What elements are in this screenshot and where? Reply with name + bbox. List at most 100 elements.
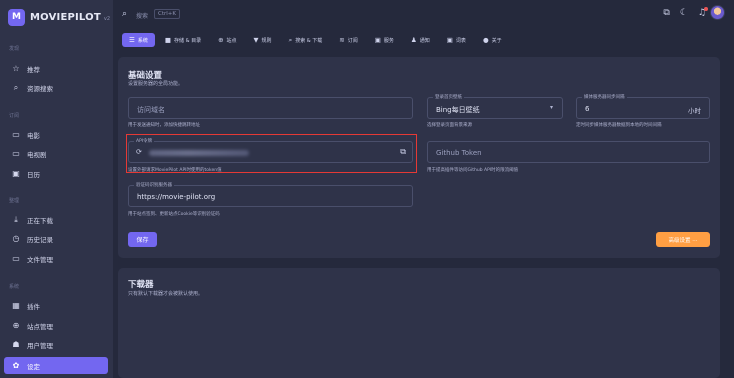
sidebar-item-resource-search[interactable]: ⌕ 资源搜索 <box>4 79 108 96</box>
services-icon: ▣ <box>374 36 381 44</box>
tab-label: 系统 <box>137 37 148 44</box>
globe-icon: ⊕ <box>218 36 224 44</box>
tab-label: 搜索 & 下载 <box>295 37 323 44</box>
tab-about[interactable]: ● 关于 <box>476 33 509 47</box>
tab-label: 存储 & 目录 <box>174 37 202 44</box>
section-label-organize: 整理 <box>9 198 20 204</box>
tab-notify[interactable]: ♟ 通知 <box>404 33 437 47</box>
moviepilot-logo-icon: M <box>8 8 25 26</box>
wallpaper-label: 登录首页壁纸 <box>433 94 464 100</box>
search-icon[interactable]: ⌕ <box>122 9 127 19</box>
info-icon: ● <box>482 36 489 44</box>
download-icon: ⤓ <box>14 214 18 224</box>
sidebar-item-label: 历史记录 <box>27 235 53 244</box>
sidebar-item-label: 设定 <box>27 362 40 371</box>
sidebar-item-label: 站点管理 <box>27 322 53 331</box>
window-icon[interactable]: ⧉ <box>663 8 669 18</box>
tab-label: 关于 <box>491 37 502 44</box>
sidebar-item-label: 日历 <box>27 170 40 179</box>
history-icon: ◷ <box>12 234 20 243</box>
tab-storage[interactable]: ■ 存储 & 目录 <box>158 33 208 47</box>
sidebar-item-downloading[interactable]: ⤓ 正在下载 <box>4 211 108 228</box>
tab-label: 规则 <box>261 37 272 44</box>
sync-interval-unit: 小时 <box>688 107 701 115</box>
sidebar-item-users[interactable]: ☗ 用户管理 <box>4 336 108 353</box>
tv-icon: ▭ <box>12 149 20 158</box>
star-icon: ☆ <box>12 64 20 73</box>
theme-moon-icon[interactable]: ☾ <box>680 8 688 18</box>
wallpaper-value: Bing每日壁纸 <box>436 106 480 114</box>
sidebar-item-label: 文件管理 <box>27 255 53 264</box>
search-shortcut-badge: Ctrl+K <box>154 9 181 19</box>
avatar[interactable] <box>710 5 725 20</box>
calendar-icon: ▣ <box>12 169 20 178</box>
list-icon: ☰ <box>129 36 135 44</box>
sidebar-item-label: 插件 <box>27 302 40 311</box>
sidebar-item-calendar[interactable]: ▣ 日历 <box>4 165 108 182</box>
tab-label: 服务 <box>383 37 394 44</box>
sidebar-item-movies[interactable]: ▭ 电影 <box>4 126 108 143</box>
globe-icon: ⊕ <box>12 321 20 330</box>
sidebar-item-label: 推荐 <box>27 65 40 74</box>
bell-icon[interactable]: ♫ <box>698 7 708 18</box>
sync-interval-field[interactable]: 媒体服务器同步间隔 6 小时 <box>576 94 710 119</box>
advanced-settings-button[interactable]: 高级设置 ··· <box>656 232 710 247</box>
tab-system[interactable]: ☰ 系统 <box>122 33 155 47</box>
tab-label: 站点 <box>226 37 237 44</box>
sidebar-item-tv[interactable]: ▭ 电视剧 <box>4 145 108 162</box>
access-domain-field[interactable]: 访问域名 <box>128 97 413 119</box>
github-token-placeholder: Github Token <box>436 149 482 157</box>
tab-label: 通知 <box>419 37 430 44</box>
tab-words[interactable]: ▣ 词表 <box>440 33 473 47</box>
brand[interactable]: M MOVIEPILOT v2 <box>8 7 110 27</box>
tab-sites[interactable]: ⊕ 站点 <box>211 33 243 47</box>
captcha-server-hint: 用于站点签到、更新站点Cookie等识别验证码 <box>128 212 220 217</box>
github-token-field[interactable]: Github Token <box>427 141 710 163</box>
plugin-icon: ▦ <box>12 301 20 310</box>
wallpaper-hint: 选择登录页面背景来源 <box>427 123 472 128</box>
captcha-server-value: https://movie-pilot.org <box>137 193 216 201</box>
tab-subscribe[interactable]: ≋ 订阅 <box>332 33 364 47</box>
sidebar-item-settings[interactable]: ✿ 设定 <box>4 357 108 374</box>
brand-name: MOVIEPILOT <box>30 11 101 23</box>
tab-rules[interactable]: ▼ 规则 <box>247 33 279 47</box>
sidebar-item-label: 资源搜索 <box>27 84 53 93</box>
sidebar-item-plugins[interactable]: ▦ 插件 <box>4 297 108 314</box>
rss-icon: ≋ <box>339 36 345 44</box>
folder-icon: ▭ <box>12 254 20 263</box>
users-icon: ☗ <box>12 340 20 349</box>
card-subtitle: 只有默认下载器才会被默认使用。 <box>128 291 204 297</box>
topbar-actions: ⧉ ☾ ♫ <box>663 7 708 18</box>
sidebar-item-recommend[interactable]: ☆ 推荐 <box>4 60 108 77</box>
wallpaper-select[interactable]: 登录首页壁纸 Bing每日壁纸 ▾ <box>427 94 563 119</box>
captcha-server-label: 验证码识别服务器 <box>134 182 174 188</box>
sidebar: M MOVIEPILOT v2 发现 ☆ 推荐 ⌕ 资源搜索 订阅 ▭ 电影 ▭… <box>0 0 113 378</box>
tab-label: 订阅 <box>347 37 358 44</box>
search-icon: ⌕ <box>288 35 293 44</box>
section-label-discover: 发现 <box>9 46 20 52</box>
downloader-card: 下载器 只有默认下载器才会被默认使用。 <box>118 268 720 378</box>
sidebar-item-sites[interactable]: ⊕ 站点管理 <box>4 317 108 334</box>
notification-dot <box>704 7 708 11</box>
access-domain-hint: 用于发送通知时，添加快捷跳转地址 <box>128 123 200 128</box>
tab-search-download[interactable]: ⌕ 搜索 & 下载 <box>282 33 330 47</box>
api-token-highlight-box <box>126 134 417 173</box>
captcha-server-field[interactable]: 验证码识别服务器 https://movie-pilot.org <box>128 182 413 207</box>
movie-icon: ▭ <box>12 130 20 139</box>
sidebar-item-history[interactable]: ◷ 历史记录 <box>4 230 108 247</box>
section-label-subscribe: 订阅 <box>9 113 20 119</box>
settings-tabs: ☰ 系统 ■ 存储 & 目录 ⊕ 站点 ▼ 规则 ⌕ 搜索 & 下载 ≋ 订阅 ▣ 服务 ♟ 通… <box>122 33 512 47</box>
access-domain-placeholder: 访问域名 <box>137 106 165 114</box>
sidebar-item-label: 正在下载 <box>27 216 53 225</box>
settings-icon: ✿ <box>12 361 20 370</box>
sidebar-item-label: 电视剧 <box>27 150 47 159</box>
sync-interval-hint: 定时同步媒体服务器数据到本地的时间间隔 <box>576 123 662 128</box>
dictionary-icon: ▣ <box>446 36 453 44</box>
tab-services[interactable]: ▣ 服务 <box>368 33 401 47</box>
sidebar-item-label: 电影 <box>27 131 40 140</box>
github-token-hint: 用于提高插件等访问Github API时的限流阈值 <box>427 168 519 173</box>
sidebar-item-files[interactable]: ▭ 文件管理 <box>4 250 108 267</box>
save-button[interactable]: 保存 <box>128 232 157 247</box>
section-label-system: 系统 <box>9 284 20 290</box>
search-input[interactable]: 搜索 <box>136 11 148 20</box>
